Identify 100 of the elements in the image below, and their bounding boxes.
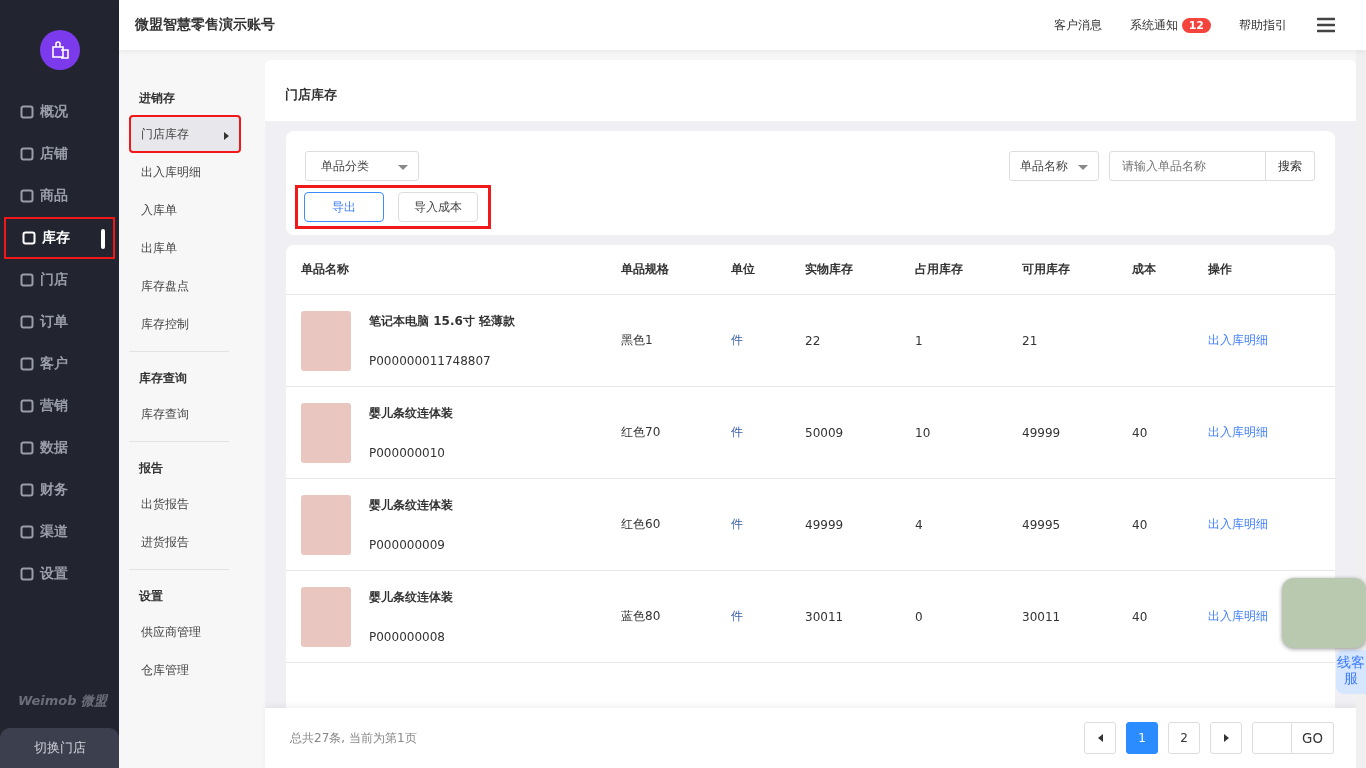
- detail-link[interactable]: 出入库明细: [1208, 608, 1268, 625]
- search-field[interactable]: 请输入单品名称: [1109, 151, 1266, 181]
- page-button[interactable]: 2: [1168, 722, 1200, 754]
- next-page-button[interactable]: [1210, 722, 1242, 754]
- nav-item[interactable]: 店铺: [4, 133, 115, 175]
- submenu-item[interactable]: 库存查询: [129, 395, 241, 433]
- menu-item-icon: [22, 231, 36, 245]
- menu-item-icon: [20, 525, 34, 539]
- search-type-select[interactable]: 单品名称: [1009, 151, 1099, 181]
- table-cell-text: 4: [915, 517, 924, 532]
- product-code: P000000010: [369, 446, 446, 460]
- menu-item-icon: [20, 147, 34, 161]
- menu-item-icon: [20, 105, 34, 119]
- table-cell-text: 件: [731, 332, 744, 349]
- submenu-item[interactable]: 库存盘点: [129, 267, 241, 305]
- menu-item-icon: [20, 273, 34, 287]
- switch-store-button[interactable]: 切换门店: [0, 728, 119, 768]
- nav-item[interactable]: 客户: [4, 343, 115, 385]
- table-cell-text: 49999: [1022, 425, 1062, 440]
- product-code: P000000009: [369, 538, 446, 552]
- photo-placeholder: [301, 310, 351, 371]
- photo-placeholder: [301, 586, 351, 647]
- product-name: 婴儿条纹连体装: [369, 405, 453, 422]
- nav-item[interactable]: 渠道: [4, 511, 115, 553]
- menu-icon[interactable]: [1317, 17, 1335, 33]
- menu-item-icon: [20, 441, 34, 455]
- table-cell-text: 红色70: [621, 424, 662, 441]
- submenu-item[interactable]: 库存控制: [129, 305, 241, 343]
- table-cell-text: 件: [731, 608, 744, 625]
- nav-item[interactable]: 财务: [4, 469, 115, 511]
- submenu-item[interactable]: 进货报告: [129, 523, 241, 561]
- menu-item-icon: [20, 567, 34, 581]
- export-button[interactable]: 导出: [304, 192, 384, 222]
- detail-link[interactable]: 出入库明细: [1208, 424, 1268, 441]
- photo-placeholder: [301, 494, 351, 555]
- nav-item[interactable]: 订单: [4, 301, 115, 343]
- table-cell-text: 件: [731, 516, 744, 533]
- nav-item[interactable]: 概况: [4, 91, 115, 133]
- column-header: 单品名称: [301, 261, 350, 278]
- column-header: 可用库存: [1022, 261, 1071, 278]
- search-button[interactable]: 搜索: [1266, 151, 1315, 181]
- account-title: 微盟智慧零售演示账号: [135, 16, 275, 34]
- table-cell-text: 件: [731, 424, 744, 441]
- submenu-item[interactable]: 门店库存: [129, 115, 241, 153]
- column-header: 单品规格: [621, 261, 670, 278]
- table-cell-text: 49995: [1022, 517, 1062, 532]
- product-name: 笔记本电脑 15.6寸 轻薄款: [369, 313, 515, 330]
- table-cell-text: 红色60: [621, 516, 662, 533]
- dropdown-icon: [398, 165, 408, 170]
- column-header: 实物库存: [805, 261, 854, 278]
- nav-item[interactable]: 数据: [4, 427, 115, 469]
- nav-item[interactable]: 设置: [4, 553, 115, 595]
- previous-page-button[interactable]: [1084, 722, 1116, 754]
- logo-icon: [39, 30, 80, 70]
- table-cell-text: 40: [1132, 517, 1149, 532]
- header-link[interactable]: 系统通知: [1129, 16, 1178, 34]
- submenu-heading: 库存查询: [138, 370, 188, 387]
- table-cell-text: 49999: [805, 517, 845, 532]
- table-cell-text: 30011: [1022, 609, 1062, 624]
- nav-item[interactable]: 商品: [4, 175, 115, 217]
- brand-logo-text: Weimob 微盟: [17, 692, 110, 710]
- dropdown-icon: [1078, 165, 1088, 170]
- submenu-item[interactable]: 供应商管理: [129, 613, 241, 651]
- submenu-item[interactable]: 入库单: [129, 191, 241, 229]
- import-cost-button[interactable]: 导入成本: [398, 192, 478, 222]
- submenu-item[interactable]: 出入库明细: [129, 153, 241, 191]
- table-cell-text: 黑色1: [621, 332, 654, 349]
- table-cell-text: 50009: [805, 425, 845, 440]
- table-cell-text: 10: [915, 425, 932, 440]
- nav-item[interactable]: 门店: [4, 259, 115, 301]
- table-cell-text: 40: [1132, 425, 1149, 440]
- detail-link[interactable]: 出入库明细: [1208, 332, 1268, 349]
- menu-item-icon: [20, 483, 34, 497]
- header-link[interactable]: 客户消息: [1053, 16, 1102, 34]
- column-header: 单位: [731, 261, 756, 278]
- column-header: 占用库存: [915, 261, 964, 278]
- category-select[interactable]: 单品分类: [305, 151, 419, 181]
- table-cell-text: 30011: [805, 609, 845, 624]
- submenu-item[interactable]: 出库单: [129, 229, 241, 267]
- submenu-heading: 设置: [137, 588, 164, 605]
- page-title: 门店库存: [284, 86, 338, 104]
- product-name: 婴儿条纹连体装: [369, 497, 453, 514]
- nav-item[interactable]: 营销: [4, 385, 115, 427]
- submenu-heading: 报告: [138, 460, 164, 477]
- table-cell-text: 1: [915, 333, 924, 348]
- go-button[interactable]: GO: [1292, 722, 1334, 754]
- header-link[interactable]: 帮助指引: [1239, 16, 1287, 34]
- table-cell-text: 0: [915, 609, 924, 624]
- product-code: P000000008: [369, 630, 446, 644]
- table-cell-text: 21: [1022, 333, 1039, 348]
- detail-link[interactable]: 出入库明细: [1208, 516, 1268, 533]
- table-cell-text: 蓝色80: [621, 608, 662, 625]
- active-indicator: [101, 229, 105, 249]
- product-code: P000000011748807: [369, 354, 492, 368]
- menu-item-icon: [20, 399, 34, 413]
- product-name: 婴儿条纹连体装: [369, 589, 453, 606]
- photo-placeholder: [301, 402, 351, 463]
- submenu-item[interactable]: 仓库管理: [129, 651, 241, 689]
- submenu-item[interactable]: 出货报告: [129, 485, 241, 523]
- nav-item[interactable]: 库存: [4, 217, 115, 259]
